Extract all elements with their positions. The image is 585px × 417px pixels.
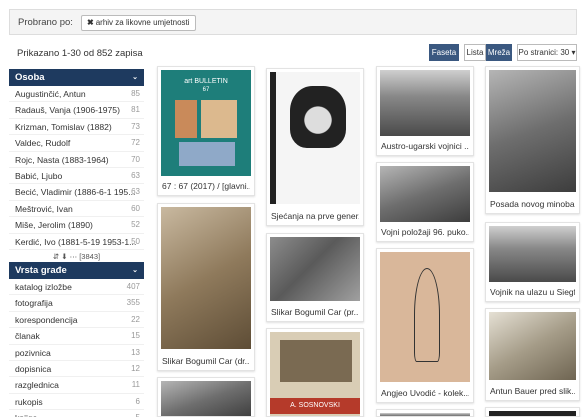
facet-item[interactable]: razglednica 11	[9, 377, 144, 394]
facet-item[interactable]: Kerdić, Ivo (1881-5-19 1953-1... 50	[9, 234, 144, 250]
result-card[interactable]: Vojnik na ulazu u Siegf...	[485, 222, 580, 302]
facet-item[interactable]: pozivnica 13	[9, 345, 144, 361]
result-card[interactable]: Antun Bauer pred slik...	[485, 308, 580, 401]
card-caption[interactable]: Sjećanja na prve gener...	[271, 211, 359, 221]
facet-item[interactable]: knjiga5	[9, 410, 144, 417]
facet-item[interactable]: Augustinčić, Antun 85	[9, 86, 144, 103]
photo-thumbnail	[270, 237, 360, 301]
facet-item[interactable]: rukopis 6	[9, 394, 144, 411]
facet-item[interactable]: katalog izložbe 407	[9, 279, 144, 296]
facet-title: Osoba	[15, 72, 45, 83]
mreza-button[interactable]: Mreža	[486, 44, 512, 61]
poster-artwork	[280, 340, 352, 382]
cover-artwork	[201, 100, 237, 138]
facet-item[interactable]: Babić, Ljubo 63	[9, 168, 144, 185]
result-card[interactable]: Vojni položaji 96. puko...	[376, 162, 474, 242]
facet-vrsta-grade: Vrsta građe ⌄ katalog izložbe 407 fotograf…	[9, 262, 144, 417]
photo-thumbnail	[380, 413, 470, 416]
facet-item[interactable]: Meštrović, Ivan 60	[9, 201, 144, 218]
card-caption[interactable]: Angjeo Uvodić - kolek...	[381, 388, 469, 398]
result-card[interactable]: A. SOSNOVSKI	[266, 328, 364, 417]
facet-item[interactable]: fotografija 355	[9, 295, 144, 312]
result-card[interactable]: Posada novog minoba...	[485, 66, 580, 214]
facet-item[interactable]: članak 15	[9, 328, 144, 345]
photo-thumbnail	[161, 381, 251, 416]
facet-osoba-header[interactable]: Osoba ⌄	[9, 69, 144, 86]
result-card[interactable]: Sjećanja na prve gener...	[266, 68, 364, 226]
result-card[interactable]	[485, 407, 580, 417]
facet-item[interactable]: korespondencija 22	[9, 312, 144, 329]
photo-thumbnail	[380, 70, 470, 136]
card-caption[interactable]: Vojni položaji 96. puko...	[381, 227, 469, 237]
chevron-down-icon[interactable]: ⌄	[132, 69, 138, 86]
facet-item[interactable]: Radauš, Vanja (1906-1975) 81	[9, 102, 144, 119]
photo-thumbnail	[161, 207, 251, 349]
facet-item[interactable]: Krizman, Tomislav (1882) 73	[9, 119, 144, 136]
photo-thumbnail	[489, 312, 576, 380]
card-caption[interactable]: Slikar Bogumil Car (dr...	[162, 356, 250, 366]
remove-filter-icon[interactable]: ✖	[87, 18, 94, 27]
result-card[interactable]	[376, 409, 474, 417]
result-card[interactable]: art BULLETIN 67 67 : 67 (2017) / [glavni…	[157, 66, 255, 196]
card-caption[interactable]: 67 : 67 (2017) / [glavni...	[162, 181, 250, 191]
portrait-image	[290, 86, 346, 148]
card-caption[interactable]: Posada novog minoba...	[490, 199, 575, 209]
result-card[interactable]: Slikar Bogumil Car (pr...	[266, 233, 364, 322]
photo-thumbnail	[380, 166, 470, 222]
card-caption[interactable]: Slikar Bogumil Car (pr...	[271, 307, 359, 317]
catalog-cover-image: art BULLETIN 67	[161, 70, 251, 176]
result-card[interactable]: Slikar Bogumil Car (dr...	[157, 203, 255, 371]
chevron-down-icon[interactable]: ⌄	[132, 262, 138, 279]
cover-number: 67	[202, 87, 210, 93]
lista-button[interactable]: Lista	[464, 44, 486, 61]
card-caption[interactable]: Vojnik na ulazu u Siegf...	[490, 287, 575, 297]
facet-osoba: Osoba ⌄ Augustinčić, Antun 85 Radauš, Vanj…	[9, 69, 144, 264]
facet-item[interactable]: Becić, Vladimir (1886-6-1 195... 63	[9, 184, 144, 201]
faseta-button[interactable]: Faseta	[429, 44, 459, 61]
filter-label: Probrano po:	[18, 17, 73, 28]
photo-thumbnail	[489, 411, 576, 416]
filter-chip-text: arhiv za likovne umjetnosti	[95, 18, 190, 27]
facet-title: Vrsta građe	[15, 265, 67, 276]
filter-bar: Probrano po: ✖ arhiv za likovne umjetnost…	[9, 9, 577, 35]
sketch-image	[380, 252, 470, 382]
per-page-select[interactable]: Po stranici: 30 ▾	[517, 44, 577, 61]
result-count: Prikazano 1-30 od 852 zapisa	[17, 48, 143, 59]
facet-item[interactable]: Valdec, Rudolf 72	[9, 135, 144, 152]
filter-chip[interactable]: ✖ arhiv za likovne umjetnosti	[81, 15, 196, 31]
photo-thumbnail	[489, 226, 576, 282]
cover-artwork	[179, 142, 235, 166]
facet-item[interactable]: dopisnica 12	[9, 361, 144, 378]
result-card[interactable]: Angjeo Uvodić - kolek...	[376, 248, 474, 403]
cover-title: art BULLETIN	[184, 78, 228, 85]
poster-banner: A. SOSNOVSKI	[270, 398, 360, 414]
result-card[interactable]	[157, 377, 255, 417]
book-cover-image	[270, 72, 360, 204]
book-spine	[270, 72, 276, 204]
facet-item[interactable]: Miše, Jerolim (1890) 52	[9, 217, 144, 234]
facet-vrsta-header[interactable]: Vrsta građe ⌄	[9, 262, 144, 279]
card-caption[interactable]: Antun Bauer pred slik...	[490, 386, 575, 396]
poster-image: A. SOSNOVSKI	[270, 332, 360, 416]
photo-thumbnail	[489, 70, 576, 192]
cover-artwork	[175, 100, 197, 138]
result-card[interactable]: Austro-ugarski vojnici ...	[376, 66, 474, 156]
facet-item[interactable]: Rojc, Nasta (1883-1964) 70	[9, 152, 144, 168]
card-caption[interactable]: Austro-ugarski vojnici ...	[381, 141, 469, 151]
sketch-figure	[414, 268, 440, 362]
